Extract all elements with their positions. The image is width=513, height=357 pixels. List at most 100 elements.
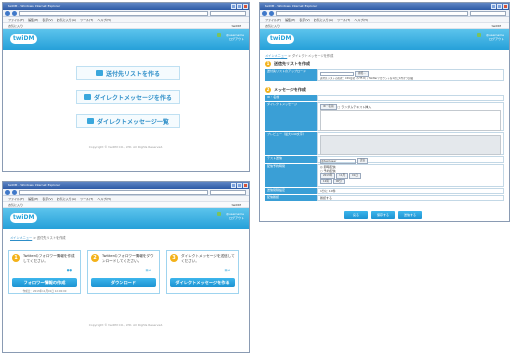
window-controls [231, 4, 248, 9]
random-text-checkbox[interactable]: □ ランダムテキスト挿入 [338, 105, 372, 109]
maximize-button[interactable] [497, 4, 502, 9]
hour-select[interactable]: 12時 [320, 178, 332, 185]
insert-id-button[interactable]: ID・名前 [320, 104, 337, 110]
back-icon[interactable] [262, 10, 267, 16]
logout-link[interactable]: ログアウト [226, 216, 244, 220]
title-bar: twiDM - Windows Internet Explorer [3, 182, 249, 189]
logout-link[interactable]: ログアウト [486, 37, 504, 41]
menu-view[interactable]: 表示(V) [299, 17, 309, 22]
address-bar [3, 189, 249, 196]
confirm-value[interactable]: 確認する [317, 195, 504, 201]
search-input[interactable] [210, 189, 246, 195]
create-message-button[interactable]: ダイレクトメッセージを作る [170, 278, 235, 287]
step-number: 2 [91, 254, 99, 262]
url-input[interactable] [276, 10, 468, 16]
step-card-2: 2 Twitterのフォロワー情報をダウンロードしてください。 ▤➜ ダウンロー… [87, 250, 160, 294]
preview-row: プレビュー（最大140文字） [265, 132, 504, 156]
message-list-button[interactable]: ダイレクトメッセージ一覧 [76, 114, 180, 128]
menu-edit[interactable]: 編集(E) [28, 196, 38, 201]
interval-value[interactable]: 1分に 10件 [317, 188, 504, 194]
breadcrumb-current: 送付先リストを作成 [36, 236, 66, 240]
section-title: 送信先リストを作成 [274, 61, 310, 66]
close-button[interactable] [503, 4, 508, 9]
menu-tools[interactable]: ツール(T) [80, 17, 93, 22]
create-follower-button[interactable]: フォロワー情報の作成 [12, 278, 77, 287]
tab-label[interactable]: twiDM [232, 202, 241, 207]
minimize-button[interactable] [231, 183, 236, 188]
back-icon[interactable] [5, 189, 10, 195]
menu-tools[interactable]: ツール(T) [80, 196, 93, 201]
create-message-button[interactable]: ダイレクトメッセージを作る [76, 90, 180, 104]
day-select[interactable]: 01日 [349, 173, 361, 179]
menu-help[interactable]: ヘルプ(H) [97, 17, 111, 22]
url-input[interactable] [19, 189, 208, 195]
app-logo[interactable]: twiDM [10, 213, 38, 223]
menu-help[interactable]: ヘルプ(H) [97, 196, 111, 201]
browse-button[interactable]: 参照... [354, 71, 369, 77]
favorites-button[interactable]: お気に入り [8, 23, 23, 28]
create-message-label: ダイレクトメッセージを作る [94, 94, 172, 102]
menu-favorites[interactable]: お気に入り(A) [57, 17, 76, 22]
download-button[interactable]: ダウンロード [91, 278, 156, 287]
logout-link[interactable]: ログアウト [226, 37, 244, 41]
file-input[interactable] [320, 71, 354, 76]
section-title: メッセージを作成 [274, 87, 306, 92]
favorites-button[interactable]: お気に入り [265, 23, 280, 28]
app-logo[interactable]: twiDM [10, 34, 38, 44]
menu-view[interactable]: 表示(V) [42, 17, 52, 22]
app-header: twiDM @username ログアウト [3, 29, 249, 50]
user-status-icon [217, 212, 221, 216]
back-button[interactable]: 戻る [344, 211, 368, 219]
test-send-button[interactable]: 送信 [356, 158, 369, 164]
forward-icon[interactable] [12, 189, 17, 195]
section-number: 2 [265, 87, 271, 93]
menu-help[interactable]: ヘルプ(H) [354, 17, 368, 22]
menu-file[interactable]: ファイル(F) [8, 17, 24, 22]
message-textarea[interactable] [320, 110, 501, 131]
create-list-button[interactable]: 送付先リストを作る [76, 66, 180, 80]
id-value [317, 95, 504, 101]
minimize-button[interactable] [491, 4, 496, 9]
close-button[interactable] [243, 4, 248, 9]
back-icon[interactable] [5, 10, 10, 16]
step-number: 3 [170, 254, 178, 262]
app-logo[interactable]: twiDM [267, 34, 295, 44]
user-status-icon [477, 33, 481, 37]
confirm-row: 配信確認 確認する [265, 195, 504, 202]
title-bar: twiDM - Windows Internet Explorer [3, 3, 249, 10]
search-input[interactable] [210, 10, 246, 16]
tab-label[interactable]: twiDM [232, 23, 241, 28]
menu-favorites[interactable]: お気に入り(A) [57, 196, 76, 201]
tab-label[interactable]: twiDM [492, 23, 501, 28]
forward-icon[interactable] [12, 10, 17, 16]
list-upload-row: 送付先リストのアップロード 参照... 送付先リストの形式：CSV形式（UTF-8… [265, 69, 504, 82]
schedule-value: ◎ 即時配信 ○ 予約配信 2013年 11月 01日 12時 00分 [317, 164, 504, 187]
user-info: @username ログアウト [226, 212, 244, 220]
menu-edit[interactable]: 編集(E) [28, 17, 38, 22]
message-value: ID・名前 □ ランダムテキスト挿入 [317, 102, 504, 131]
list-icon [95, 70, 103, 76]
menu-tools[interactable]: ツール(T) [337, 17, 350, 22]
close-button[interactable] [243, 183, 248, 188]
save-button[interactable]: 保存する [371, 211, 395, 219]
created-date: 作成日：2013年11月01日 12:00:00 [22, 290, 67, 293]
breadcrumb-home-link[interactable]: メインメニュー [10, 236, 32, 240]
menu-favorites[interactable]: お気に入り(A) [314, 17, 333, 22]
forward-icon[interactable] [269, 10, 274, 16]
menu-view[interactable]: 表示(V) [42, 196, 52, 201]
send-button[interactable]: 送信する [398, 211, 422, 219]
url-input[interactable] [19, 10, 208, 16]
favorites-button[interactable]: お気に入り [8, 202, 23, 207]
menu-edit[interactable]: 編集(E) [285, 17, 295, 22]
menu-file[interactable]: ファイル(F) [8, 196, 24, 201]
maximize-button[interactable] [237, 183, 242, 188]
search-input[interactable] [470, 10, 506, 16]
breadcrumb: メインメニュー > ダイレクトメッセージを作成 [265, 54, 334, 58]
minimize-button[interactable] [231, 4, 236, 9]
breadcrumb-home-link[interactable]: メインメニュー [265, 54, 287, 58]
minute-select[interactable]: 00分 [332, 178, 345, 185]
users-icon: ●● [66, 268, 72, 272]
window-title: twiDM - Windows Internet Explorer [8, 4, 61, 8]
maximize-button[interactable] [237, 4, 242, 9]
menu-file[interactable]: ファイル(F) [265, 17, 281, 22]
